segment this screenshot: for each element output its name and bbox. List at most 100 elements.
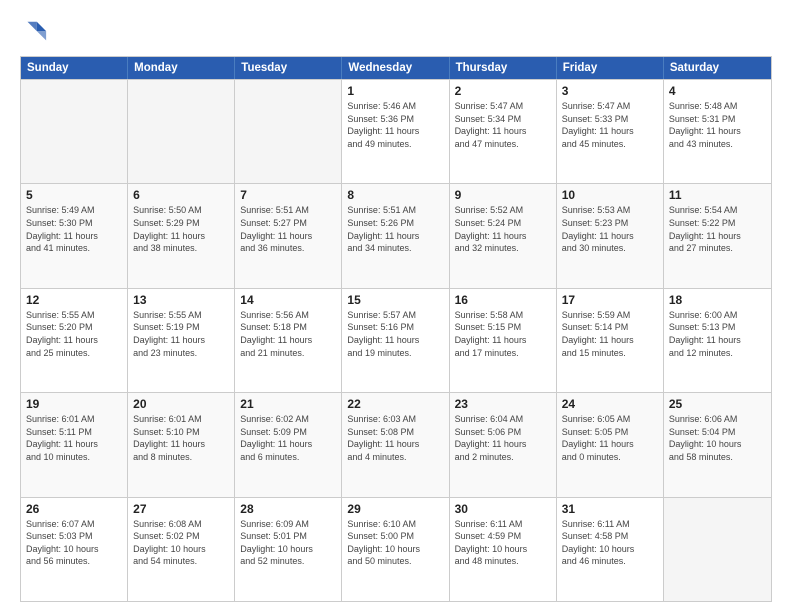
- day-info: Sunrise: 6:11 AM Sunset: 4:58 PM Dayligh…: [562, 518, 658, 568]
- day-number: 16: [455, 293, 551, 307]
- day-info: Sunrise: 5:59 AM Sunset: 5:14 PM Dayligh…: [562, 309, 658, 359]
- day-info: Sunrise: 5:47 AM Sunset: 5:33 PM Dayligh…: [562, 100, 658, 150]
- day-number: 7: [240, 188, 336, 202]
- day-number: 15: [347, 293, 443, 307]
- day-info: Sunrise: 5:55 AM Sunset: 5:19 PM Dayligh…: [133, 309, 229, 359]
- day-info: Sunrise: 6:09 AM Sunset: 5:01 PM Dayligh…: [240, 518, 336, 568]
- day-cell-27: 27 Sunrise: 6:08 AM Sunset: 5:02 PM Dayli…: [128, 498, 235, 601]
- day-info: Sunrise: 5:51 AM Sunset: 5:27 PM Dayligh…: [240, 204, 336, 254]
- day-number: 10: [562, 188, 658, 202]
- header-cell-monday: Monday: [128, 57, 235, 79]
- day-number: 6: [133, 188, 229, 202]
- day-cell-20: 20 Sunrise: 6:01 AM Sunset: 5:10 PM Dayli…: [128, 393, 235, 496]
- day-info: Sunrise: 5:51 AM Sunset: 5:26 PM Dayligh…: [347, 204, 443, 254]
- calendar-header: SundayMondayTuesdayWednesdayThursdayFrid…: [21, 57, 771, 79]
- day-number: 27: [133, 502, 229, 516]
- day-info: Sunrise: 5:57 AM Sunset: 5:16 PM Dayligh…: [347, 309, 443, 359]
- day-cell-26: 26Sunrise: 6:07 AM Sunset: 5:03 PM Dayli…: [21, 498, 128, 601]
- day-cell-13: 13 Sunrise: 5:55 AM Sunset: 5:19 PM Dayli…: [128, 289, 235, 392]
- day-number: 24: [562, 397, 658, 411]
- day-info: Sunrise: 5:52 AM Sunset: 5:24 PM Dayligh…: [455, 204, 551, 254]
- day-info: Sunrise: 6:02 AM Sunset: 5:09 PM Dayligh…: [240, 413, 336, 463]
- day-number: 19: [26, 397, 122, 411]
- day-cell-9: 9Sunrise: 5:52 AM Sunset: 5:24 PM Daylig…: [450, 184, 557, 287]
- day-cell-23: 23 Sunrise: 6:04 AM Sunset: 5:06 PM Dayli…: [450, 393, 557, 496]
- day-number: 4: [669, 84, 766, 98]
- day-number: 12: [26, 293, 122, 307]
- day-number: 13: [133, 293, 229, 307]
- day-info: Sunrise: 5:48 AM Sunset: 5:31 PM Dayligh…: [669, 100, 766, 150]
- day-cell-17: 17 Sunrise: 5:59 AM Sunset: 5:14 PM Dayli…: [557, 289, 664, 392]
- page: SundayMondayTuesdayWednesdayThursdayFrid…: [0, 0, 792, 612]
- day-cell-11: 11Sunrise: 5:54 AM Sunset: 5:22 PM Dayli…: [664, 184, 771, 287]
- day-number: 31: [562, 502, 658, 516]
- day-info: Sunrise: 6:11 AM Sunset: 4:59 PM Dayligh…: [455, 518, 551, 568]
- day-cell-31: 31 Sunrise: 6:11 AM Sunset: 4:58 PM Dayli…: [557, 498, 664, 601]
- day-cell-8: 8 Sunrise: 5:51 AM Sunset: 5:26 PM Daylig…: [342, 184, 449, 287]
- calendar-row-5: 26Sunrise: 6:07 AM Sunset: 5:03 PM Dayli…: [21, 497, 771, 601]
- calendar: SundayMondayTuesdayWednesdayThursdayFrid…: [20, 56, 772, 602]
- day-number: 17: [562, 293, 658, 307]
- day-info: Sunrise: 6:00 AM Sunset: 5:13 PM Dayligh…: [669, 309, 766, 359]
- day-number: 14: [240, 293, 336, 307]
- day-cell-15: 15 Sunrise: 5:57 AM Sunset: 5:16 PM Dayli…: [342, 289, 449, 392]
- day-info: Sunrise: 6:05 AM Sunset: 5:05 PM Dayligh…: [562, 413, 658, 463]
- calendar-row-4: 19Sunrise: 6:01 AM Sunset: 5:11 PM Dayli…: [21, 392, 771, 496]
- day-cell-16: 16Sunrise: 5:58 AM Sunset: 5:15 PM Dayli…: [450, 289, 557, 392]
- day-info: Sunrise: 6:01 AM Sunset: 5:10 PM Dayligh…: [133, 413, 229, 463]
- day-number: 29: [347, 502, 443, 516]
- day-cell-22: 22Sunrise: 6:03 AM Sunset: 5:08 PM Dayli…: [342, 393, 449, 496]
- day-cell-29: 29Sunrise: 6:10 AM Sunset: 5:00 PM Dayli…: [342, 498, 449, 601]
- day-number: 20: [133, 397, 229, 411]
- day-cell-3: 3 Sunrise: 5:47 AM Sunset: 5:33 PM Daylig…: [557, 80, 664, 183]
- day-cell-6: 6 Sunrise: 5:50 AM Sunset: 5:29 PM Daylig…: [128, 184, 235, 287]
- day-cell-7: 7 Sunrise: 5:51 AM Sunset: 5:27 PM Daylig…: [235, 184, 342, 287]
- day-cell-1: 1Sunrise: 5:46 AM Sunset: 5:36 PM Daylig…: [342, 80, 449, 183]
- calendar-row-2: 5 Sunrise: 5:49 AM Sunset: 5:30 PM Daylig…: [21, 183, 771, 287]
- day-info: Sunrise: 6:04 AM Sunset: 5:06 PM Dayligh…: [455, 413, 551, 463]
- header-cell-thursday: Thursday: [450, 57, 557, 79]
- header: [20, 18, 772, 46]
- empty-cell: [128, 80, 235, 183]
- day-number: 28: [240, 502, 336, 516]
- header-cell-friday: Friday: [557, 57, 664, 79]
- day-number: 11: [669, 188, 766, 202]
- day-number: 30: [455, 502, 551, 516]
- day-number: 8: [347, 188, 443, 202]
- day-info: Sunrise: 5:53 AM Sunset: 5:23 PM Dayligh…: [562, 204, 658, 254]
- day-cell-18: 18 Sunrise: 6:00 AM Sunset: 5:13 PM Dayli…: [664, 289, 771, 392]
- day-cell-4: 4 Sunrise: 5:48 AM Sunset: 5:31 PM Daylig…: [664, 80, 771, 183]
- day-number: 22: [347, 397, 443, 411]
- empty-cell: [21, 80, 128, 183]
- day-number: 2: [455, 84, 551, 98]
- day-cell-21: 21 Sunrise: 6:02 AM Sunset: 5:09 PM Dayli…: [235, 393, 342, 496]
- day-info: Sunrise: 5:49 AM Sunset: 5:30 PM Dayligh…: [26, 204, 122, 254]
- day-cell-28: 28 Sunrise: 6:09 AM Sunset: 5:01 PM Dayli…: [235, 498, 342, 601]
- day-number: 21: [240, 397, 336, 411]
- day-info: Sunrise: 6:08 AM Sunset: 5:02 PM Dayligh…: [133, 518, 229, 568]
- header-cell-sunday: Sunday: [21, 57, 128, 79]
- day-cell-2: 2Sunrise: 5:47 AM Sunset: 5:34 PM Daylig…: [450, 80, 557, 183]
- header-cell-saturday: Saturday: [664, 57, 771, 79]
- calendar-body: 1Sunrise: 5:46 AM Sunset: 5:36 PM Daylig…: [21, 79, 771, 601]
- day-number: 18: [669, 293, 766, 307]
- day-number: 23: [455, 397, 551, 411]
- day-number: 3: [562, 84, 658, 98]
- day-info: Sunrise: 5:55 AM Sunset: 5:20 PM Dayligh…: [26, 309, 122, 359]
- calendar-row-3: 12 Sunrise: 5:55 AM Sunset: 5:20 PM Dayli…: [21, 288, 771, 392]
- day-info: Sunrise: 5:50 AM Sunset: 5:29 PM Dayligh…: [133, 204, 229, 254]
- day-cell-30: 30 Sunrise: 6:11 AM Sunset: 4:59 PM Dayli…: [450, 498, 557, 601]
- day-number: 5: [26, 188, 122, 202]
- day-cell-14: 14Sunrise: 5:56 AM Sunset: 5:18 PM Dayli…: [235, 289, 342, 392]
- empty-cell: [235, 80, 342, 183]
- logo: [20, 18, 52, 46]
- day-cell-24: 24 Sunrise: 6:05 AM Sunset: 5:05 PM Dayli…: [557, 393, 664, 496]
- day-cell-10: 10 Sunrise: 5:53 AM Sunset: 5:23 PM Dayli…: [557, 184, 664, 287]
- header-cell-tuesday: Tuesday: [235, 57, 342, 79]
- day-cell-25: 25Sunrise: 6:06 AM Sunset: 5:04 PM Dayli…: [664, 393, 771, 496]
- day-number: 1: [347, 84, 443, 98]
- empty-cell: [664, 498, 771, 601]
- day-cell-5: 5 Sunrise: 5:49 AM Sunset: 5:30 PM Daylig…: [21, 184, 128, 287]
- logo-icon: [20, 18, 48, 46]
- header-cell-wednesday: Wednesday: [342, 57, 449, 79]
